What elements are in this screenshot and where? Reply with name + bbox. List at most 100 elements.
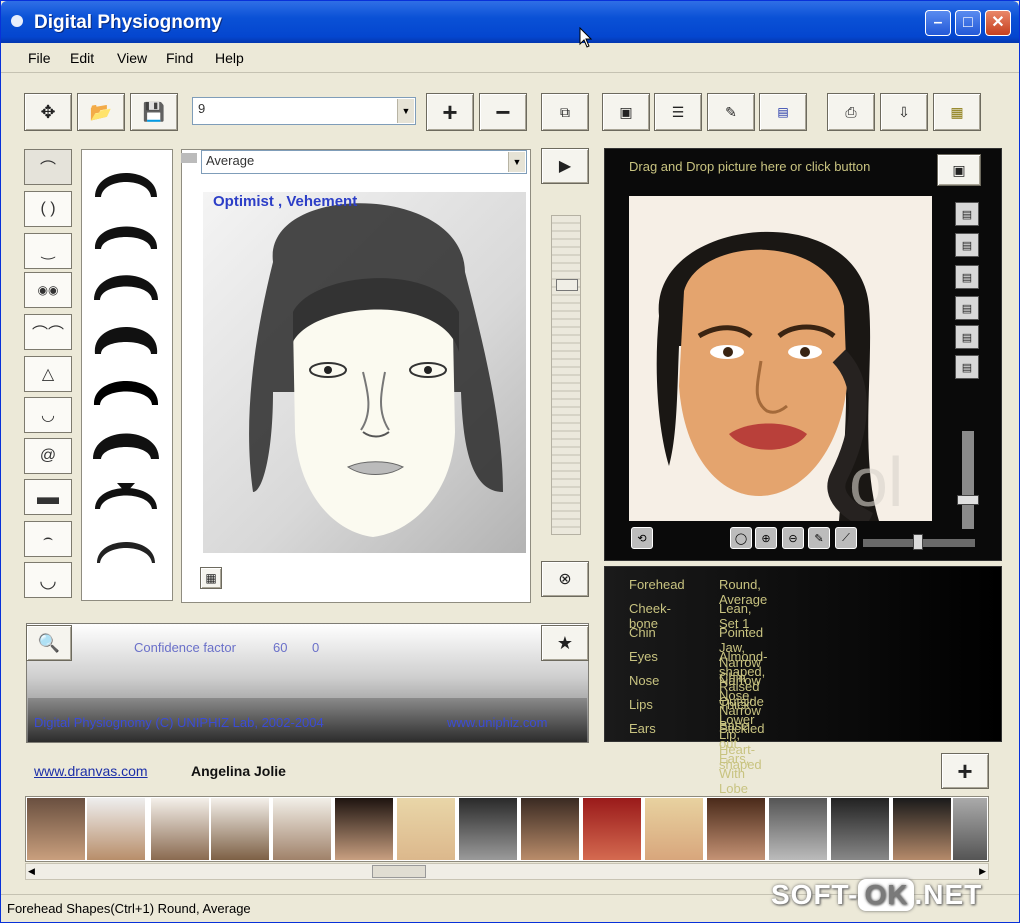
remove-button[interactable]: − [479, 93, 527, 131]
gallery-thumb[interactable] [459, 798, 517, 860]
rotate-icon[interactable]: ⟲ [631, 527, 653, 549]
tool-icon-1[interactable]: ▤ [955, 202, 979, 226]
hair-shape-icon[interactable]: ▬ [24, 479, 72, 515]
chevron-down-icon[interactable]: ▼ [508, 152, 525, 172]
mouth-shape-icon[interactable]: ◡ [24, 397, 72, 433]
grid-icon[interactable]: ▦ [200, 567, 222, 589]
intensity-slider[interactable] [551, 215, 581, 535]
add-button[interactable]: + [426, 93, 474, 131]
hairstyle-thumb[interactable] [89, 419, 163, 461]
chevron-down-icon[interactable]: ▼ [397, 99, 414, 123]
gallery-thumb[interactable] [707, 798, 765, 860]
gallery-thumb[interactable] [87, 798, 145, 860]
gallery-thumb[interactable] [335, 798, 393, 860]
fit-icon[interactable]: ◯ [730, 527, 752, 549]
gallery-thumb[interactable] [27, 798, 85, 860]
gallery-thumb[interactable] [211, 798, 269, 860]
zoom-out-icon[interactable]: ⊖ [782, 527, 804, 549]
print-icon[interactable]: ⎙ [827, 93, 875, 131]
move-icon[interactable]: ✥ [24, 93, 72, 131]
ear-shape-icon[interactable]: @ [24, 438, 72, 474]
gallery-thumb[interactable] [397, 798, 455, 860]
gallery-thumb[interactable] [831, 798, 889, 860]
horizontal-zoom-thumb[interactable] [913, 534, 923, 550]
forehead-shape-icon[interactable]: ⌒ [24, 149, 72, 185]
menu-file[interactable]: File [28, 50, 51, 66]
variant-combo[interactable]: Average ▼ [201, 150, 527, 174]
menu-bar: File Edit View Find Help [1, 43, 1019, 73]
gallery-thumb[interactable] [645, 798, 703, 860]
maximize-button[interactable]: □ [955, 10, 981, 36]
beard-shape-icon[interactable]: ◡ [24, 562, 72, 598]
tool-icon-6[interactable]: ▤ [955, 355, 979, 379]
menu-view[interactable]: View [117, 50, 147, 66]
number-combo[interactable]: 9 ▼ [192, 97, 416, 125]
chin-shape-icon[interactable]: ‿ [24, 233, 72, 269]
tool-icon-2[interactable]: ▤ [955, 233, 979, 257]
face-outline-icon[interactable]: ⌢ [24, 521, 72, 557]
hairstyle-thumb[interactable] [89, 159, 163, 201]
nose-shape-icon[interactable]: △ [24, 356, 72, 392]
save-icon[interactable]: 💾 [130, 93, 178, 131]
tool-icon-3[interactable]: ▤ [955, 265, 979, 289]
hairstyle-thumb[interactable] [89, 211, 163, 253]
caricature-image: ol [629, 196, 932, 521]
vertical-zoom-slider[interactable] [962, 431, 974, 529]
scroll-left-icon[interactable]: ◀ [28, 866, 35, 877]
confidence-label: Confidence factor [134, 640, 236, 655]
hairstyle-thumb[interactable] [89, 523, 163, 565]
reset-button[interactable]: ⊗ [541, 561, 589, 597]
favorite-icon[interactable]: ★ [541, 625, 589, 661]
gallery-thumb[interactable] [893, 798, 951, 860]
open-folder-icon[interactable]: 📂 [77, 93, 125, 131]
play-button[interactable]: ▶ [541, 148, 589, 184]
eyebrows-shape-icon[interactable]: ⌒⌒ [24, 314, 72, 350]
menu-find[interactable]: Find [166, 50, 193, 66]
gallery-scrollbar[interactable]: ◀ ▶ [25, 863, 989, 880]
hairstyle-thumb[interactable] [89, 262, 163, 304]
import-icon[interactable]: ▦ [933, 93, 981, 131]
selected-person-name: Angelina Jolie [191, 763, 286, 779]
minimize-button[interactable]: – [925, 10, 951, 36]
feature-analysis-panel [604, 566, 1002, 742]
intensity-slider-thumb[interactable] [556, 279, 578, 291]
composite-sketch[interactable] [203, 192, 526, 553]
vertical-zoom-thumb[interactable] [957, 495, 979, 505]
scroll-thumb[interactable] [372, 865, 426, 878]
edit-doc-icon[interactable]: ✎ [707, 93, 755, 131]
variant-combo-value: Average [206, 153, 255, 168]
book-icon[interactable]: ▣ [602, 93, 650, 131]
close-button[interactable]: ✕ [985, 10, 1011, 36]
menu-edit[interactable]: Edit [70, 50, 94, 66]
gallery-thumb[interactable] [151, 798, 209, 860]
tool-icon-5[interactable]: ▤ [955, 325, 979, 349]
eyes-shape-icon[interactable]: ◉◉ [24, 272, 72, 308]
add-person-button[interactable]: + [941, 753, 989, 789]
hairstyle-thumb[interactable] [89, 314, 163, 356]
load-picture-icon[interactable]: ▣ [937, 154, 981, 186]
uniphiz-link[interactable]: www.uniphiz.com [447, 715, 547, 730]
gallery-thumb[interactable] [953, 798, 987, 860]
gallery-thumb[interactable] [521, 798, 579, 860]
compare-icon[interactable]: ⧉ [541, 93, 589, 131]
tool-icon-4[interactable]: ▤ [955, 296, 979, 320]
abc-icon[interactable]: ▤ [759, 93, 807, 131]
hairstyle-thumb[interactable] [89, 367, 163, 409]
zoom-in-icon[interactable]: ⊕ [755, 527, 777, 549]
scroll-right-icon[interactable]: ▶ [979, 866, 986, 877]
list-icon[interactable]: ☰ [654, 93, 702, 131]
hairstyle-thumb[interactable] [89, 471, 163, 513]
export-icon[interactable]: ⇩ [880, 93, 928, 131]
cheekbone-shape-icon[interactable]: ( ) [24, 191, 72, 227]
app-icon [11, 15, 23, 27]
gallery-thumb[interactable] [273, 798, 331, 860]
search-icon[interactable]: 🔍 [26, 625, 72, 661]
gallery-thumb[interactable] [769, 798, 827, 860]
dranvas-link[interactable]: www.dranvas.com [34, 763, 148, 779]
pen-icon[interactable]: ✎ [808, 527, 830, 549]
face-photo[interactable]: ol [629, 196, 932, 521]
brush-icon[interactable]: ⟋ [835, 527, 857, 549]
title-bar[interactable]: Digital Physiognomy – □ ✕ [1, 1, 1019, 43]
gallery-thumb[interactable] [583, 798, 641, 860]
menu-help[interactable]: Help [215, 50, 244, 66]
